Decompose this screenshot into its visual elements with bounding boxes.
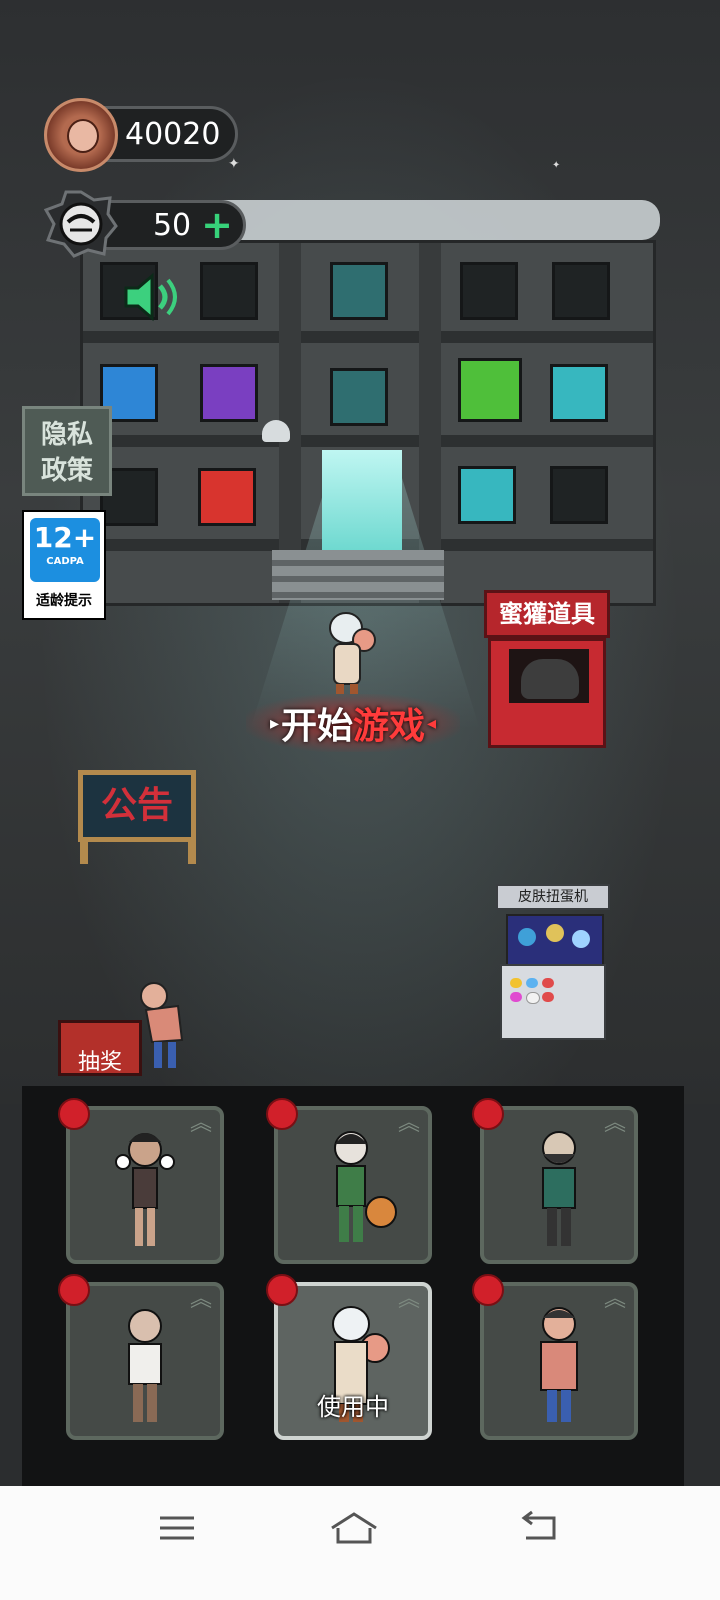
window-cyan[interactable]: [458, 466, 516, 524]
in-use-label: 使用中: [317, 1393, 389, 1421]
energy-amount: 50: [152, 207, 192, 243]
notification-dot: [472, 1274, 504, 1306]
window: [200, 262, 258, 320]
add-energy-button[interactable]: +: [201, 206, 233, 244]
arrow-left-icon: ◂: [427, 712, 437, 734]
notification-dot: [58, 1098, 90, 1130]
player-character: [329, 612, 376, 694]
privacy-label-line2: 政策: [40, 456, 93, 486]
upgrade-chevron-icon: ︽: [603, 1111, 626, 1136]
start-label-part1: 开始: [280, 706, 353, 747]
arrow-right-icon: ▸: [269, 712, 279, 734]
shop-label: 蜜獾道具: [484, 590, 610, 638]
character-select-panel: ︽ ︽ ︽ ︽ ︽ 使用中 ︽: [22, 1086, 684, 1486]
character-grandpa-glasses: [128, 1309, 162, 1422]
star-icon: ✦: [228, 156, 240, 172]
character-card[interactable]: ︽: [472, 1098, 638, 1264]
notification-dot: [266, 1098, 298, 1130]
character-woman-glasses: [540, 1307, 578, 1422]
upgrade-chevron-icon: ︽: [397, 1111, 420, 1136]
upgrade-chevron-icon: ︽: [397, 1287, 420, 1312]
menu-icon[interactable]: [148, 1508, 208, 1548]
character-basketball-boy: [334, 1131, 397, 1242]
window-red[interactable]: [198, 468, 256, 526]
notification-dot: [58, 1274, 90, 1306]
character-card[interactable]: ︽: [58, 1274, 224, 1440]
window-purple[interactable]: [200, 364, 258, 422]
notice-board-button[interactable]: 公告: [72, 766, 202, 864]
upgrade-chevron-icon: ︽: [603, 1287, 626, 1312]
age-rating-tip: 适龄提示: [36, 593, 92, 609]
character-card[interactable]: ︽: [58, 1098, 224, 1264]
start-game-button[interactable]: ▸ 开始 游戏 ◂: [246, 694, 460, 752]
star-icon: ✦: [552, 160, 561, 171]
character-card-active[interactable]: ︽ 使用中: [266, 1274, 432, 1440]
privacy-policy-button[interactable]: 隐私 政策: [22, 406, 112, 496]
window: [550, 466, 608, 524]
system-nav-bar: [0, 1486, 720, 1600]
character-card[interactable]: ︽: [266, 1098, 432, 1264]
gacha-label: 皮肤扭蛋机: [496, 884, 610, 910]
skin-gacha-machine[interactable]: 皮肤扭蛋机: [496, 884, 610, 1040]
privacy-label-line1: 隐私: [40, 420, 93, 450]
age-rating-badge[interactable]: 12+ CADPA 适龄提示: [22, 510, 106, 620]
window-green[interactable]: [458, 358, 522, 422]
lottery-character: [140, 982, 184, 1068]
character-girl-bows: [115, 1133, 175, 1246]
shop-booth[interactable]: 蜜獾道具: [484, 590, 610, 750]
window: [460, 262, 518, 320]
window: [330, 368, 388, 426]
age-rating-org: CADPA: [46, 556, 84, 567]
lottery-button[interactable]: 抽奖: [58, 980, 188, 1080]
lamp-icon: [262, 420, 290, 442]
coin-amount: 40020: [125, 116, 221, 152]
window: [330, 262, 388, 320]
energy-token-icon: [44, 190, 118, 258]
window: [552, 262, 610, 320]
door: [322, 450, 402, 550]
stairs: [272, 550, 444, 600]
age-rating-number: 12+: [30, 518, 100, 582]
honey-badger-icon: [521, 659, 579, 699]
notice-label: 公告: [78, 770, 196, 842]
upgrade-chevron-icon: ︽: [189, 1111, 212, 1136]
upgrade-chevron-icon: ︽: [189, 1287, 212, 1312]
sound-toggle-icon[interactable]: [120, 270, 182, 324]
start-label-part2: 游戏: [353, 706, 426, 747]
pig-coin-icon: [44, 98, 118, 172]
character-bearded-man: [542, 1131, 576, 1246]
window-cyan[interactable]: [550, 364, 608, 422]
notification-dot: [266, 1274, 298, 1306]
back-icon[interactable]: [508, 1508, 568, 1548]
notification-dot: [472, 1098, 504, 1130]
character-card[interactable]: ︽: [472, 1274, 638, 1440]
home-icon[interactable]: [324, 1508, 384, 1548]
